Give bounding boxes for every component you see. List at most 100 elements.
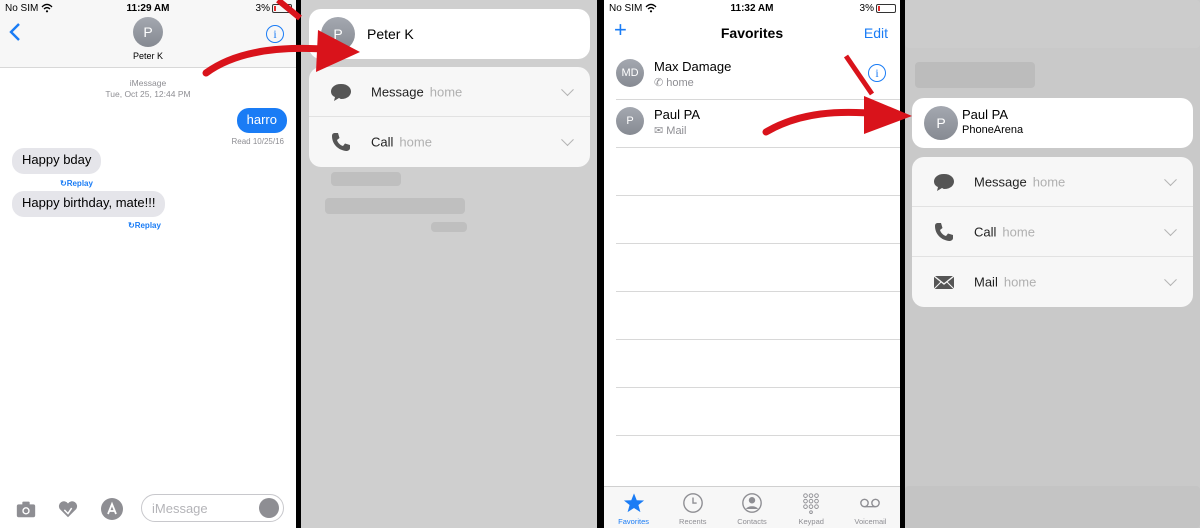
action-label: Message — [974, 174, 1027, 189]
app-store-icon[interactable] — [100, 497, 124, 521]
contact-name[interactable]: Peter K — [0, 51, 296, 61]
replay-label: Replay — [134, 221, 161, 230]
conversation-meta: iMessage Tue, Oct 25, 12:44 PM — [0, 78, 296, 100]
received-message-bubble[interactable]: Happy birthday, mate!!! — [12, 191, 166, 217]
favorite-name: Paul PA — [654, 107, 701, 122]
mail-icon: ✉ — [654, 125, 664, 137]
action-call[interactable]: Call home — [912, 207, 1193, 257]
contact-card-header[interactable]: P Peter K — [309, 9, 590, 59]
message-composer: iMessage — [0, 488, 296, 528]
info-icon[interactable]: i — [868, 64, 886, 82]
contact-avatar[interactable]: P — [133, 17, 163, 47]
service-label: iMessage — [129, 78, 167, 88]
action-call[interactable]: Call home — [309, 117, 590, 167]
tab-favorites[interactable]: Favorites — [604, 487, 663, 528]
status-time: 11:29 AM — [126, 3, 170, 14]
sent-message-bubble[interactable]: harro — [236, 108, 287, 133]
action-sub: home — [1032, 174, 1066, 189]
empty-row — [616, 244, 900, 292]
contact-peek-screen: P Paul PA PhoneArena Message home Call hom… — [905, 0, 1200, 528]
read-receipt: Read 10/25/16 — [231, 137, 285, 146]
chevron-down-icon[interactable] — [1164, 222, 1177, 236]
chevron-down-icon[interactable] — [1164, 172, 1177, 186]
blurred-content — [325, 198, 465, 214]
blurred-content — [915, 62, 1035, 88]
messages-screen: No SIM 11:29 AM 3% P Peter K i iMessage … — [0, 0, 296, 528]
empty-row — [616, 388, 900, 436]
contact-name: Paul PA — [962, 107, 1009, 122]
page-title: Favorites — [720, 25, 784, 41]
voicemail-icon — [860, 498, 881, 508]
conversation-header: No SIM 11:29 AM 3% P Peter K i — [0, 0, 296, 68]
avatar: MD — [616, 59, 644, 87]
battery-icon — [272, 4, 292, 13]
tab-label: Recents — [679, 517, 707, 526]
action-label: Call — [371, 134, 394, 150]
chevron-down-icon[interactable] — [561, 82, 574, 96]
contact-peek-screen: P Peter K Message home Call home — [301, 0, 597, 528]
contact-avatar: P — [924, 106, 958, 140]
tab-label: Voicemail — [854, 517, 887, 526]
empty-row — [616, 292, 900, 340]
favorite-name: Max Damage — [654, 59, 732, 74]
favorites-header: + Favorites Edit — [604, 0, 900, 48]
keypad-icon — [803, 493, 819, 514]
speech-bubble-icon — [331, 83, 351, 101]
replay-link[interactable]: ↻Replay — [128, 221, 161, 230]
empty-row — [616, 196, 900, 244]
blurred-tab-bar — [905, 486, 1200, 528]
action-label: Message — [371, 84, 424, 99]
action-message[interactable]: Message home — [912, 157, 1193, 207]
speech-bubble-icon — [934, 173, 954, 191]
imessage-input[interactable]: iMessage — [141, 494, 284, 522]
action-sub: home — [1002, 224, 1035, 239]
favorite-row[interactable]: MD Max Damage ✆ home i — [616, 52, 900, 100]
favorite-sub-label: home — [666, 77, 694, 89]
empty-row — [616, 148, 900, 196]
tab-keypad[interactable]: Keypad — [782, 487, 841, 528]
chevron-down-icon[interactable] — [1164, 273, 1177, 287]
contact-actions-list: Message home Call home Mail home — [912, 157, 1193, 307]
blurred-content — [331, 172, 401, 186]
tab-recents[interactable]: Recents — [663, 487, 722, 528]
contact-card-header[interactable]: P Paul PA PhoneArena — [912, 98, 1193, 148]
battery-percent: 3% — [255, 3, 270, 14]
favorite-sub: ✉ Mail — [654, 124, 686, 137]
replay-icon: ↻ — [60, 179, 67, 188]
tab-bar: Favorites Recents Contacts Keypad Voicem… — [604, 486, 900, 528]
action-label: Mail — [974, 274, 998, 290]
tab-label: Favorites — [618, 517, 650, 526]
tab-contacts[interactable]: Contacts — [722, 487, 781, 528]
empty-row — [616, 340, 900, 388]
action-sub: home — [399, 134, 432, 150]
star-icon — [623, 493, 644, 513]
replay-label: Replay — [66, 179, 93, 188]
tab-voicemail[interactable]: Voicemail — [841, 487, 900, 528]
favorite-row[interactable]: P Paul PA ✉ Mail — [616, 100, 900, 148]
replay-link[interactable]: ↻Replay — [60, 179, 93, 188]
tab-label: Keypad — [798, 517, 824, 526]
avatar: P — [616, 107, 644, 135]
favorite-sub: ✆ home — [654, 76, 694, 89]
received-message-bubble[interactable]: Happy bday — [12, 148, 102, 174]
back-chevron-icon[interactable] — [8, 22, 22, 42]
favorite-sub-label: Mail — [666, 125, 687, 137]
replay-icon: ↻ — [128, 221, 135, 230]
blurred-header — [905, 0, 1200, 48]
phone-icon — [332, 133, 350, 151]
edit-button[interactable]: Edit — [864, 25, 888, 41]
tab-label: Contacts — [737, 517, 767, 526]
favorites-list: MD Max Damage ✆ home i P Paul PA ✉ Mail — [616, 52, 900, 436]
digital-touch-icon[interactable] — [56, 497, 80, 521]
chevron-down-icon[interactable] — [561, 133, 574, 147]
camera-icon[interactable] — [14, 497, 38, 521]
clock-icon — [682, 493, 703, 513]
microphone-icon[interactable] — [259, 498, 279, 518]
action-message[interactable]: Message home — [309, 67, 590, 117]
contact-company: PhoneArena — [962, 124, 1024, 136]
phone-icon: ✆ — [654, 77, 664, 89]
info-icon[interactable]: i — [266, 25, 284, 43]
imessage-placeholder: iMessage — [152, 501, 208, 516]
action-mail[interactable]: Mail home — [912, 257, 1193, 307]
mail-icon — [933, 275, 955, 290]
